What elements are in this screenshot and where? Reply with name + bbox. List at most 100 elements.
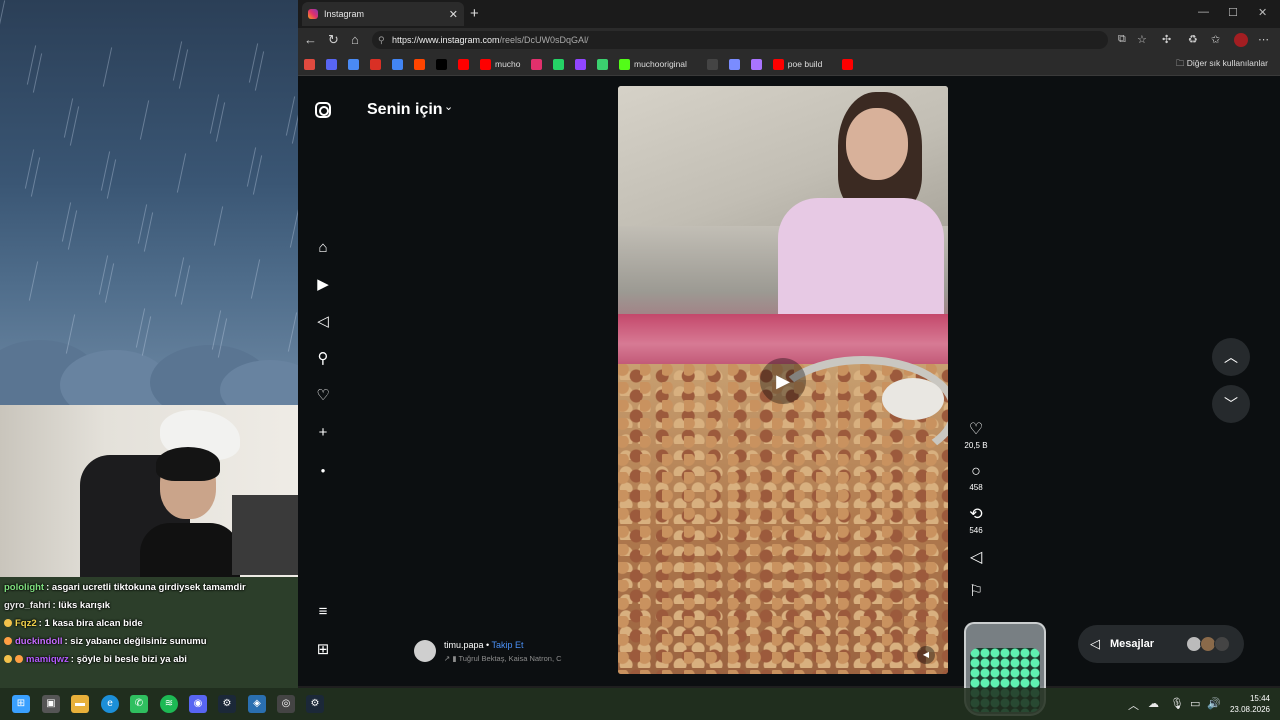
volume-icon[interactable]: 🔊 [1207, 697, 1221, 710]
bookmark-icon[interactable]: ⚐ [962, 582, 990, 602]
chat-username[interactable]: duckindoll [15, 636, 63, 647]
more-menu-icon[interactable]: ≡ [312, 601, 334, 623]
profile-avatar[interactable] [1234, 33, 1248, 47]
spotify-icon[interactable]: ≋ [160, 695, 178, 713]
whatsapp-icon[interactable]: ✆ [130, 695, 148, 713]
tab-instagram[interactable]: Instagram ✕ [302, 2, 464, 26]
obs-icon[interactable]: ◎ [277, 695, 295, 713]
close-tab-icon[interactable]: ✕ [449, 8, 458, 21]
follow-button[interactable]: Takip Et [492, 640, 524, 650]
site-info-icon[interactable]: ⚲ [378, 31, 385, 49]
messages-button[interactable]: ◁ Mesajlar [1078, 625, 1244, 663]
more-menu-icon[interactable]: ⋯ [1258, 33, 1269, 46]
chat-username[interactable]: gyro_fahri [4, 600, 50, 611]
bookmark-item[interactable] [326, 58, 341, 70]
reel-video[interactable]: ▶ ◀ [618, 86, 948, 674]
send-icon[interactable]: ◁ [962, 548, 990, 568]
edge-icon[interactable]: e [101, 695, 119, 713]
repost-icon[interactable]: ⟲ [962, 505, 990, 525]
system-clock[interactable]: 15:44 23.08.2026 [1230, 693, 1270, 715]
also-from-meta-icon[interactable]: ⊞ [312, 639, 334, 661]
create-plus-icon[interactable]: + [312, 422, 334, 444]
home-icon[interactable]: ⌂ [351, 32, 359, 47]
comment-action[interactable]: ○ 458 [962, 462, 990, 492]
chevron-down-icon[interactable]: ⌄ [444, 100, 453, 113]
heart-icon[interactable]: ♡ [962, 420, 990, 440]
notifications-heart-icon[interactable]: ♡ [312, 385, 334, 407]
discord-icon[interactable]: ◉ [189, 695, 207, 713]
bookmark-item[interactable] [348, 58, 363, 70]
maximize-button[interactable]: ☐ [1228, 6, 1238, 19]
chat-badge-icon [4, 655, 12, 663]
task-view-icon[interactable]: ▣ [42, 695, 60, 713]
bookmark-item[interactable] [553, 58, 568, 70]
audio-track[interactable]: ↗ ▮ Tuğrul Bektaş, Kaisa Natron, C [444, 654, 562, 663]
favorites-icon[interactable]: ✩ [1211, 33, 1220, 46]
close-window-button[interactable]: ✕ [1258, 6, 1267, 19]
messages-nav-icon[interactable]: ◁ [312, 311, 334, 333]
comment-icon[interactable]: ○ [962, 462, 990, 482]
chat-username[interactable]: pololight [4, 582, 44, 593]
repost-action[interactable]: ⟲ 546 [962, 505, 990, 535]
save-action[interactable]: ⚐ [962, 582, 990, 602]
bookmark-item[interactable] [597, 58, 612, 70]
instagram-logo-icon[interactable] [315, 102, 331, 118]
other-bookmarks-folder[interactable]: 🗀 Diğer sık kullanılanlar [1176, 58, 1268, 72]
bookmark-item[interactable] [458, 58, 473, 70]
rain-streak [69, 106, 80, 146]
author-username[interactable]: timu.papa [444, 640, 484, 650]
share-action[interactable]: ◁ [962, 548, 990, 568]
profile-avatar-icon[interactable]: ● [312, 460, 334, 482]
reels-nav-icon[interactable]: ▶ [312, 274, 334, 296]
steam-icon[interactable]: ⚙ [306, 695, 324, 713]
network-app-icon[interactable]: ◈ [248, 695, 266, 713]
bookmark-item[interactable] [842, 58, 857, 70]
previous-reel-button[interactable]: ︿ [1212, 338, 1250, 376]
app-available-icon[interactable]: ⧉ [1118, 33, 1126, 46]
x-icon [436, 58, 447, 70]
bookmark-label: muchooriginal [634, 59, 687, 69]
feed-selector-title[interactable]: Senin için [367, 101, 443, 119]
browser-essentials-icon[interactable]: ♻ [1188, 33, 1198, 46]
youtube-icon [772, 58, 784, 70]
windows-start-icon[interactable]: ⊞ [12, 695, 30, 713]
refresh-icon[interactable]: ↻ [328, 32, 339, 48]
bookmark-item[interactable] [706, 58, 722, 70]
like-action[interactable]: ♡ 20,5 B [962, 420, 990, 450]
new-tab-button[interactable]: + [470, 5, 479, 22]
chat-username[interactable]: mamiqwz [26, 654, 69, 665]
author-avatar[interactable] [414, 640, 436, 662]
minimize-button[interactable]: — [1198, 6, 1209, 18]
next-reel-button[interactable]: ﹀ [1212, 385, 1250, 423]
play-icon[interactable]: ▶ [760, 358, 806, 404]
chat-username[interactable]: Fqz2 [15, 618, 37, 629]
bookmark-item[interactable] [370, 58, 385, 70]
video-girl-face [846, 108, 908, 180]
microphone-icon[interactable]: 🎙 [1170, 697, 1184, 710]
show-hidden-icons-chevron-icon[interactable]: ︿ [1128, 697, 1139, 713]
mute-icon[interactable]: ◀ [917, 646, 935, 664]
file-explorer-icon[interactable]: ▬ [71, 695, 89, 713]
back-arrow-icon[interactable]: ← [304, 32, 317, 47]
bookmark-item[interactable]: poe build [772, 58, 822, 70]
bookmark-item[interactable] [575, 58, 590, 70]
bookmark-item[interactable]: muchooriginal [619, 58, 687, 70]
bookmark-item[interactable] [436, 58, 451, 70]
rain-streak [289, 208, 298, 248]
favorite-star-icon[interactable]: ☆ [1137, 33, 1147, 46]
bookmark-item[interactable] [531, 58, 546, 70]
bookmark-item[interactable]: mucho [480, 58, 521, 70]
url-field[interactable]: ⚲ https://www.instagram.com/reels/DcUW0s… [372, 31, 1108, 49]
display-icon[interactable]: ▭ [1190, 697, 1200, 710]
browser-window: Instagram ✕ + — ☐ ✕ ← ↻ ⌂ ⚲ https://www.… [298, 0, 1280, 688]
bookmark-item[interactable] [304, 58, 319, 70]
extensions-icon[interactable]: ✣ [1162, 33, 1171, 46]
steam-icon[interactable]: ⚙ [218, 695, 236, 713]
home-nav-icon[interactable]: ⌂ [312, 237, 334, 259]
bookmark-item[interactable] [392, 58, 407, 70]
search-nav-icon[interactable]: ⚲ [312, 348, 334, 370]
bookmark-item[interactable] [728, 58, 744, 70]
bookmark-item[interactable] [750, 58, 766, 70]
cloud-tray-icon[interactable]: ☁ [1148, 697, 1159, 710]
bookmark-item[interactable] [414, 58, 429, 70]
